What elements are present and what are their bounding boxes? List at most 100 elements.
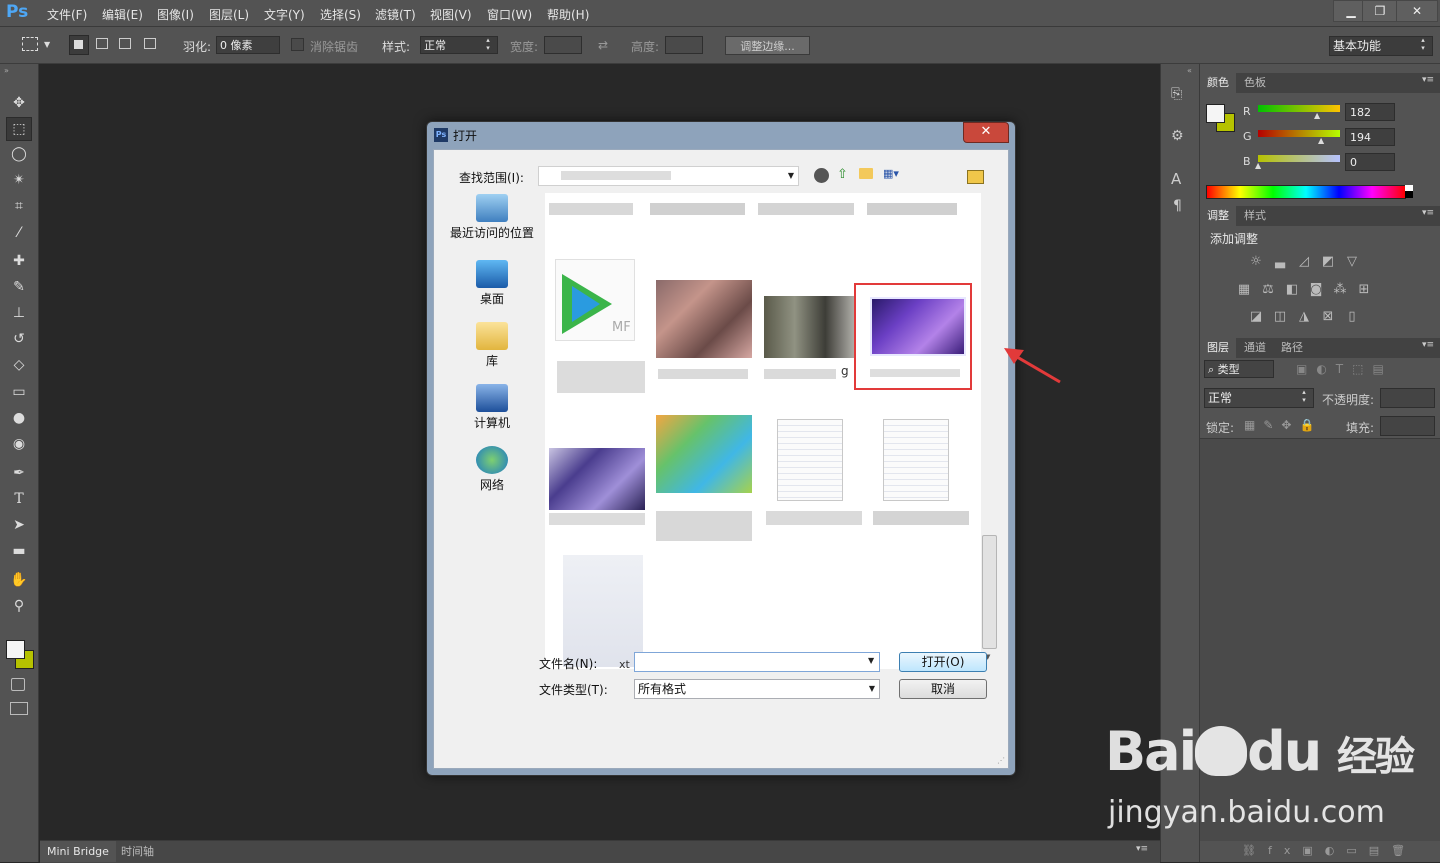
selective-color-icon[interactable]: ▯ (1343, 309, 1361, 325)
filename-input[interactable] (634, 652, 880, 672)
folder-star-icon[interactable] (967, 170, 984, 184)
character-panel-icon[interactable]: A (1171, 170, 1189, 188)
history-brush-icon[interactable]: ↺ (6, 328, 32, 350)
black-white-icon[interactable]: ◧ (1283, 282, 1301, 298)
open-button[interactable]: 打开(O) (899, 652, 987, 672)
dialog-close-button[interactable]: ✕ (963, 122, 1009, 143)
brush-icon[interactable]: ✎ (6, 276, 32, 298)
panel-menu-icon[interactable]: ▾≡ (1422, 340, 1434, 350)
channel-mixer-icon[interactable]: ⁂ (1331, 282, 1349, 298)
back-icon[interactable] (814, 168, 829, 183)
fill-input[interactable] (1380, 416, 1435, 436)
menu-edit[interactable]: 编辑(E) (102, 6, 143, 23)
blend-mode-select[interactable]: 正常 (1204, 388, 1314, 408)
view-menu-icon[interactable]: ▦▾ (883, 167, 899, 180)
b-slider-handle[interactable]: ▲ (1255, 161, 1261, 170)
exposure-icon[interactable]: ◩ (1319, 254, 1337, 270)
r-slider-handle[interactable]: ▲ (1314, 111, 1320, 120)
color-fg-swatch[interactable] (1206, 104, 1225, 123)
crop-tool-icon[interactable]: ⌗ (6, 195, 32, 217)
paragraph-panel-icon[interactable]: ¶ (1173, 198, 1191, 216)
subtract-selection-icon[interactable] (119, 38, 131, 49)
properties-panel-icon[interactable]: ⚙ (1171, 128, 1189, 146)
cancel-button[interactable]: 取消 (899, 679, 987, 699)
add-selection-icon[interactable] (96, 38, 108, 49)
color-spectrum[interactable] (1206, 185, 1406, 199)
layer-filter-select[interactable]: ⌕ 类型 (1204, 360, 1274, 378)
invert-icon[interactable]: ◪ (1247, 309, 1265, 325)
file-thumb-photo-3[interactable] (549, 448, 645, 510)
move-tool-icon[interactable]: ✥ (6, 92, 32, 114)
hand-icon[interactable]: ✋ (6, 569, 32, 591)
file-text-icon[interactable] (563, 555, 643, 667)
file-thumb-photo-2[interactable] (764, 296, 856, 358)
stamp-icon[interactable]: ⊥ (6, 302, 32, 324)
tab-color[interactable]: 颜色 (1200, 73, 1236, 93)
panel-menu-icon[interactable]: ▾≡ (1422, 208, 1434, 218)
levels-icon[interactable]: ▃ (1271, 254, 1289, 270)
foreground-color-swatch[interactable] (6, 640, 25, 659)
pen-icon[interactable]: ✒ (6, 462, 32, 484)
swap-icon[interactable]: ⇄ (598, 38, 608, 52)
menu-image[interactable]: 图像(I) (157, 6, 194, 23)
dodge-icon[interactable]: ◉ (6, 433, 32, 455)
up-folder-icon[interactable]: ⇧ (837, 167, 848, 182)
r-value[interactable]: 182 (1345, 103, 1395, 121)
menu-filter[interactable]: 滤镜(T) (375, 6, 416, 23)
chevron-down-icon[interactable]: ▼ (868, 656, 874, 665)
tab-channels[interactable]: 通道 (1237, 338, 1273, 358)
menu-select[interactable]: 选择(S) (320, 6, 361, 23)
new-selection-icon[interactable] (69, 35, 89, 55)
brightness-icon[interactable]: ☼ (1247, 254, 1265, 270)
tab-layers[interactable]: 图层 (1200, 338, 1236, 358)
menu-window[interactable]: 窗口(W) (487, 6, 532, 23)
filetype-select[interactable]: 所有格式 ▼ (634, 679, 880, 699)
layer-filter-icons[interactable]: ▣◐T⬚▤ (1296, 362, 1393, 376)
g-value[interactable]: 194 (1345, 128, 1395, 146)
eyedropper-icon[interactable]: ⁄ (6, 222, 32, 244)
gradient-map-icon[interactable]: ⊠ (1319, 309, 1337, 325)
color-lookup-icon[interactable]: ⊞ (1355, 282, 1373, 298)
file-video-app-icon[interactable]: MF (555, 259, 635, 341)
eraser-icon[interactable]: ◇ (6, 354, 32, 376)
posterize-icon[interactable]: ◫ (1271, 309, 1289, 325)
zoom-icon[interactable]: ⚲ (6, 595, 32, 617)
gradient-icon[interactable]: ▭ (6, 381, 32, 403)
workspace-select[interactable]: 基本功能 (1329, 36, 1433, 56)
g-slider-handle[interactable]: ▲ (1318, 136, 1324, 145)
file-list-scrollbar[interactable]: ▼ (981, 193, 997, 669)
new-folder-icon[interactable] (859, 168, 873, 179)
threshold-icon[interactable]: ◮ (1295, 309, 1313, 325)
marquee-preset-icon[interactable] (22, 37, 38, 51)
menu-file[interactable]: 文件(F) (47, 6, 87, 23)
antialias-checkbox[interactable] (291, 38, 304, 51)
history-panel-icon[interactable]: ⎘ (1171, 86, 1189, 104)
place-library[interactable]: 库 (444, 322, 540, 369)
close-button[interactable]: ✕ (1396, 0, 1438, 22)
resize-grip-icon[interactable]: ⋰ (997, 756, 1005, 765)
file-document-icon[interactable] (777, 419, 843, 501)
opacity-input[interactable] (1380, 388, 1435, 408)
place-network[interactable]: 网络 (444, 446, 540, 493)
chevron-down-icon[interactable]: ▼ (44, 40, 50, 49)
r-slider[interactable] (1258, 105, 1340, 112)
screen-mode-icon[interactable] (10, 702, 28, 715)
feather-input[interactable]: 0 像素 (216, 36, 280, 54)
layer-footer-icons[interactable]: ⛓fx▣◐▭▤🗑 (1242, 844, 1417, 857)
tab-styles[interactable]: 样式 (1237, 206, 1273, 226)
color-balance-icon[interactable]: ⚖ (1259, 282, 1277, 298)
refine-edge-button[interactable]: 调整边缘... (725, 36, 810, 55)
panel-menu-icon[interactable]: ▾≡ (1136, 844, 1148, 854)
menu-layer[interactable]: 图层(L) (209, 6, 249, 23)
quick-mask-icon[interactable] (11, 678, 25, 691)
width-input[interactable] (544, 36, 582, 54)
file-thumb-photo-1[interactable] (656, 280, 752, 358)
place-recent[interactable]: 最近访问的位置 (444, 194, 540, 241)
scroll-thumb[interactable] (982, 535, 997, 649)
type-icon[interactable]: T (6, 488, 32, 510)
expand-icon[interactable]: « (1187, 66, 1192, 75)
tab-timeline[interactable]: 时间轴 (116, 841, 159, 862)
vibrance-icon[interactable]: ▽ (1343, 254, 1361, 270)
marquee-tool-icon[interactable]: ⬚ (6, 117, 32, 141)
path-select-icon[interactable]: ➤ (6, 514, 32, 536)
